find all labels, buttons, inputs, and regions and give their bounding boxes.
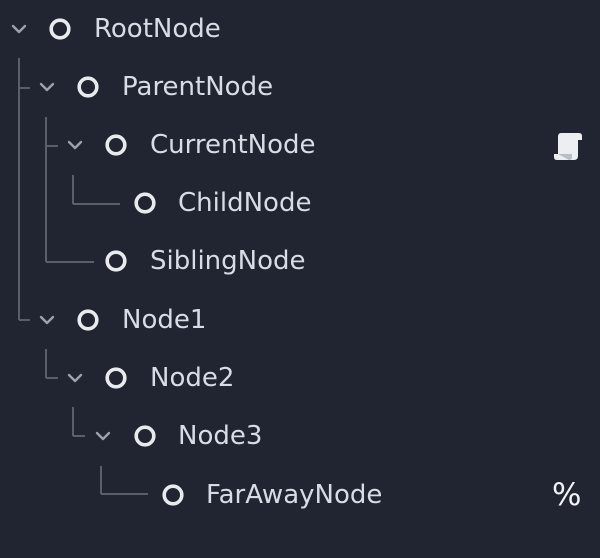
node-label[interactable]: SiblingNode <box>150 232 306 290</box>
node-label[interactable]: Node3 <box>178 407 262 465</box>
node-circle-icon <box>48 17 72 41</box>
tree-row-parentnode[interactable]: ParentNode <box>0 58 600 116</box>
tree-row-node2[interactable]: Node2 <box>0 349 600 407</box>
tree-row-node3[interactable]: Node3 <box>0 407 600 465</box>
chevron-down-icon[interactable] <box>66 136 84 154</box>
chevron-down-icon[interactable] <box>66 369 84 387</box>
tree-row-currentnode[interactable]: CurrentNode <box>0 116 600 174</box>
node-label[interactable]: RootNode <box>94 0 221 58</box>
tree-row-node1[interactable]: Node1 <box>0 291 600 349</box>
chevron-down-icon[interactable] <box>94 427 112 445</box>
node-label[interactable]: Node2 <box>150 349 234 407</box>
tree-row-siblingnode[interactable]: SiblingNode <box>0 232 600 290</box>
node-circle-icon <box>161 483 185 507</box>
node-label[interactable]: ChildNode <box>178 174 311 232</box>
node-circle-icon <box>104 366 128 390</box>
node-circle-icon <box>76 75 100 99</box>
node-label[interactable]: Node1 <box>122 291 206 349</box>
node-circle-icon <box>104 133 128 157</box>
script-icon[interactable] <box>552 129 586 163</box>
scene-tree: RootNode ParentNode CurrentNode ChildNod… <box>0 0 600 558</box>
node-circle-icon <box>76 308 100 332</box>
node-label[interactable]: CurrentNode <box>150 116 316 174</box>
node-circle-icon <box>133 191 157 215</box>
tree-row-farawaynode[interactable]: FarAwayNode % <box>0 466 600 524</box>
chevron-down-icon[interactable] <box>38 78 56 96</box>
tree-row-childnode[interactable]: ChildNode <box>0 174 600 232</box>
node-circle-icon <box>104 249 128 273</box>
node-label[interactable]: FarAwayNode <box>206 466 382 524</box>
node-circle-icon <box>133 424 157 448</box>
unique-name-badge[interactable]: % <box>552 466 581 524</box>
chevron-down-icon[interactable] <box>38 311 56 329</box>
chevron-down-icon[interactable] <box>10 20 28 38</box>
node-label[interactable]: ParentNode <box>122 58 273 116</box>
tree-row-rootnode[interactable]: RootNode <box>0 0 600 58</box>
